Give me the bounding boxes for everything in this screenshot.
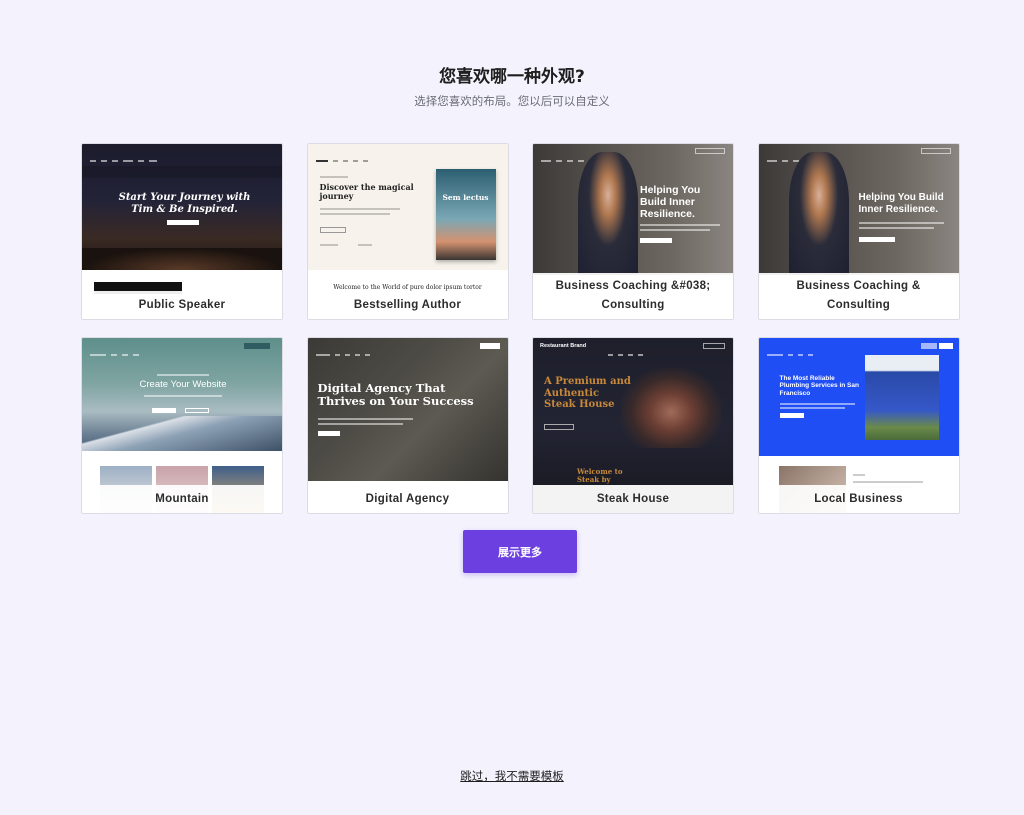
- template-label: Digital Agency: [307, 485, 508, 513]
- preview-heading: Digital Agency That Thrives on Your Succ…: [317, 381, 474, 409]
- template-preview: The Most Reliable Plumbing Services in S…: [758, 338, 959, 456]
- page-title: 您喜欢哪一种外观?: [439, 67, 585, 87]
- template-card-steak-house[interactable]: Restaurant Brand A Premium and Authentic…: [532, 337, 734, 514]
- skip-template-link[interactable]: 跳过，我不需要模板: [460, 769, 564, 783]
- template-label: Business Coaching &#038; Consulting: [533, 273, 733, 319]
- page-subtitle: 选择您喜欢的布局。您以后可以自定义: [414, 94, 610, 108]
- template-card-digital-agency[interactable]: Digital Agency That Thrives on Your Succ…: [306, 337, 509, 514]
- template-label: Bestselling Author: [307, 291, 508, 319]
- template-card-local-business[interactable]: The Most Reliable Plumbing Services in S…: [757, 337, 960, 514]
- show-more-button[interactable]: 展示更多: [463, 530, 577, 573]
- preview-heading: Discover the magical journey: [319, 182, 414, 202]
- template-label: Business Coaching & Consulting: [758, 273, 959, 319]
- template-label: Mountain: [82, 485, 282, 513]
- preview-footer-text: Welcome to the World of pure dolor ipsum…: [333, 284, 482, 291]
- template-preview: Restaurant Brand A Premium and Authentic…: [533, 338, 733, 488]
- template-label: Public Speaker: [82, 291, 282, 319]
- template-label: Steak House: [533, 485, 733, 513]
- preview-heading: The Most Reliable Plumbing Services in S…: [779, 375, 859, 397]
- preview-subheading: Welcome to Steak by: [577, 467, 623, 485]
- preview-heading: Helping You Build Inner Resilience.: [858, 192, 944, 215]
- template-preview: Helping You Build Inner Resilience.: [758, 144, 959, 275]
- preview-heading: Start Your Journey with Tim & Be Inspire…: [118, 192, 251, 215]
- skip-link-container: 跳过，我不需要模板: [0, 768, 1024, 784]
- preview-heading: Helping You Build Inner Resilience.: [640, 184, 701, 221]
- template-card-business-coaching-2[interactable]: Helping You Build Inner Resilience. Busi…: [757, 143, 960, 320]
- template-grid: Start Your Journey with Tim & Be Inspire…: [81, 143, 960, 514]
- template-preview: Start Your Journey with Tim & Be Inspire…: [82, 144, 282, 270]
- template-preview: Digital Agency That Thrives on Your Succ…: [307, 338, 508, 481]
- preview-nav: [90, 150, 274, 162]
- preview-heading: Create Your Website: [139, 379, 227, 390]
- template-card-business-coaching-1[interactable]: Helping You Build Inner Resilience. Busi…: [532, 143, 734, 320]
- template-card-public-speaker[interactable]: Start Your Journey with Tim & Be Inspire…: [81, 143, 283, 320]
- template-card-bestselling-author[interactable]: Discover the magical journey Sem lectus …: [306, 143, 509, 320]
- template-preview: Discover the magical journey Sem lectus: [307, 144, 508, 270]
- preview-nav: [315, 150, 500, 162]
- template-preview: Helping You Build Inner Resilience.: [533, 144, 733, 275]
- template-card-mountain[interactable]: Create Your Website Mountain: [81, 337, 283, 514]
- preview-heading: A Premium and Authentic Steak House: [544, 376, 631, 410]
- preview-brand: Restaurant Brand: [540, 343, 587, 349]
- preview-nav: [315, 344, 500, 356]
- template-preview: Create Your Website: [82, 338, 282, 451]
- book-cover-title: Sem lectus: [442, 193, 489, 202]
- template-label: Local Business: [758, 485, 959, 513]
